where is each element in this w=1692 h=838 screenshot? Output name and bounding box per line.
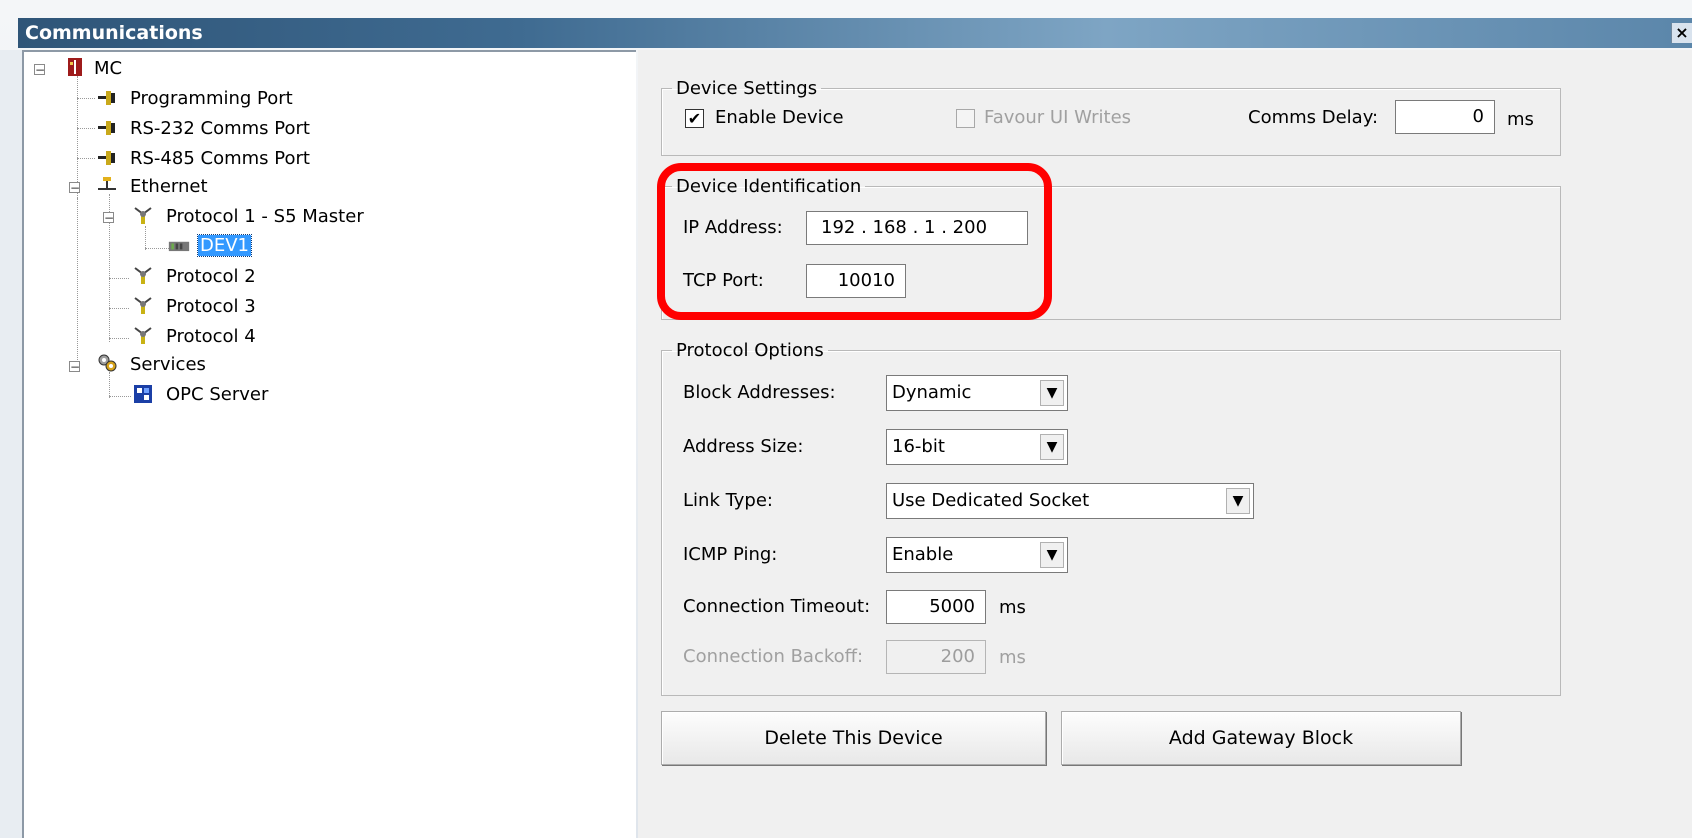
block-addresses-label: Block Addresses: — [683, 382, 836, 403]
connection-backoff-unit: ms — [999, 647, 1026, 668]
tree-item-ethernet[interactable]: Ethernet — [130, 174, 208, 200]
tree-connector-line — [77, 98, 95, 99]
tree-connector-line — [109, 278, 129, 279]
tree-connector-line — [109, 338, 129, 339]
tree-connector-line — [109, 308, 129, 309]
tree-item-protocol4[interactable]: Protocol 4 — [166, 324, 256, 350]
tree-connector-line — [145, 226, 146, 250]
tree-item-programming-port[interactable]: Programming Port — [130, 86, 293, 112]
port-icon — [98, 151, 115, 165]
window-title: Communications — [25, 22, 203, 44]
device-icon — [168, 241, 190, 252]
tree-item-opc-server[interactable]: OPC Server — [166, 382, 268, 408]
chevron-down-icon[interactable]: ▼ — [1040, 434, 1064, 460]
tree-item-protocol3[interactable]: Protocol 3 — [166, 294, 256, 320]
address-size-label: Address Size: — [683, 436, 804, 457]
protocol-icon — [134, 207, 152, 224]
tcp-port-input[interactable]: 10010 — [806, 264, 906, 298]
comms-delay-label: Comms Delay: — [1248, 107, 1379, 128]
icmp-ping-label: ICMP Ping: — [683, 544, 778, 565]
tree-item-dev1-label: DEV1 — [197, 234, 252, 257]
port-icon — [98, 91, 115, 105]
server-icon — [134, 385, 152, 403]
protocol-options-legend: Protocol Options — [676, 340, 824, 361]
tree-item-dev1[interactable]: DEV1 — [197, 233, 252, 259]
chevron-down-icon[interactable]: ▼ — [1040, 380, 1064, 406]
connection-timeout-label: Connection Timeout: — [683, 596, 871, 617]
tree-connector-line — [77, 76, 78, 198]
link-type-label: Link Type: — [683, 490, 773, 511]
tree-connector-line — [109, 372, 110, 398]
connection-backoff-input[interactable]: 200 — [886, 640, 986, 674]
communications-tree[interactable]: − MC Programming Port RS-232 Comms Port … — [22, 50, 636, 838]
chevron-down-icon[interactable]: ▼ — [1040, 542, 1064, 568]
close-icon[interactable]: × — [1671, 23, 1692, 43]
port-icon — [98, 121, 115, 135]
tree-item-rs232-port[interactable]: RS-232 Comms Port — [130, 116, 310, 142]
tree-item-protocol1[interactable]: Protocol 1 - S5 Master — [166, 204, 364, 230]
collapse-protocol1-icon[interactable]: − — [103, 212, 114, 224]
collapse-ethernet-icon[interactable]: − — [69, 182, 80, 194]
chevron-down-icon[interactable]: ▼ — [1226, 488, 1250, 514]
link-type-select[interactable]: Use Dedicated Socket ▼ — [886, 483, 1254, 519]
gear-icon — [98, 354, 117, 372]
connection-timeout-unit: ms — [999, 597, 1026, 618]
enable-device-checkbox[interactable]: ✔ — [685, 109, 704, 128]
tcp-port-label: TCP Port: — [683, 270, 764, 291]
favour-ui-writes-checkbox[interactable] — [956, 109, 975, 128]
device-settings-legend: Device Settings — [676, 78, 818, 99]
block-addresses-value: Dynamic — [892, 382, 972, 403]
ip-address-label: IP Address: — [683, 217, 783, 238]
processor-icon — [68, 58, 82, 76]
network-icon — [98, 177, 116, 190]
tree-connector-line — [77, 158, 95, 159]
address-size-value: 16-bit — [892, 436, 945, 457]
tree-connector-line — [109, 396, 131, 397]
window-left-border — [0, 50, 22, 838]
comms-delay-unit: ms — [1507, 109, 1534, 130]
address-size-select[interactable]: 16-bit ▼ — [886, 429, 1068, 465]
tree-item-mc[interactable]: MC — [94, 56, 122, 82]
link-type-value: Use Dedicated Socket — [892, 490, 1090, 511]
favour-ui-writes-label: Favour UI Writes — [984, 107, 1132, 128]
protocol-icon — [134, 297, 152, 314]
connection-backoff-label: Connection Backoff: — [683, 646, 864, 667]
comms-delay-input[interactable]: 0 — [1395, 100, 1495, 134]
protocol-icon — [134, 327, 152, 344]
enable-device-label: Enable Device — [715, 107, 844, 128]
tree-connector-line — [77, 128, 95, 129]
window-title-bar[interactable]: Communications × — [18, 18, 1692, 48]
collapse-mc-icon[interactable]: − — [34, 64, 45, 76]
collapse-services-icon[interactable]: − — [69, 361, 80, 373]
connection-timeout-input[interactable]: 5000 — [886, 590, 986, 624]
tree-connector-line — [145, 248, 169, 249]
tree-item-rs485-port[interactable]: RS-485 Comms Port — [130, 146, 310, 172]
block-addresses-select[interactable]: Dynamic ▼ — [886, 375, 1068, 411]
add-gateway-block-button[interactable]: Add Gateway Block — [1061, 711, 1461, 765]
device-properties-panel: Device Settings ✔ Enable Device Favour U… — [638, 50, 1692, 838]
delete-device-button[interactable]: Delete This Device — [661, 711, 1046, 765]
ip-address-input[interactable]: 192 . 168 . 1 . 200 — [806, 211, 1028, 245]
icmp-ping-select[interactable]: Enable ▼ — [886, 537, 1068, 573]
protocol-icon — [134, 267, 152, 284]
device-identification-group: Device Identification — [661, 176, 1561, 320]
tree-item-services[interactable]: Services — [130, 352, 206, 378]
tree-item-protocol2[interactable]: Protocol 2 — [166, 264, 256, 290]
device-identification-legend: Device Identification — [676, 176, 862, 197]
icmp-ping-value: Enable — [892, 544, 954, 565]
tree-connector-line — [77, 198, 78, 372]
